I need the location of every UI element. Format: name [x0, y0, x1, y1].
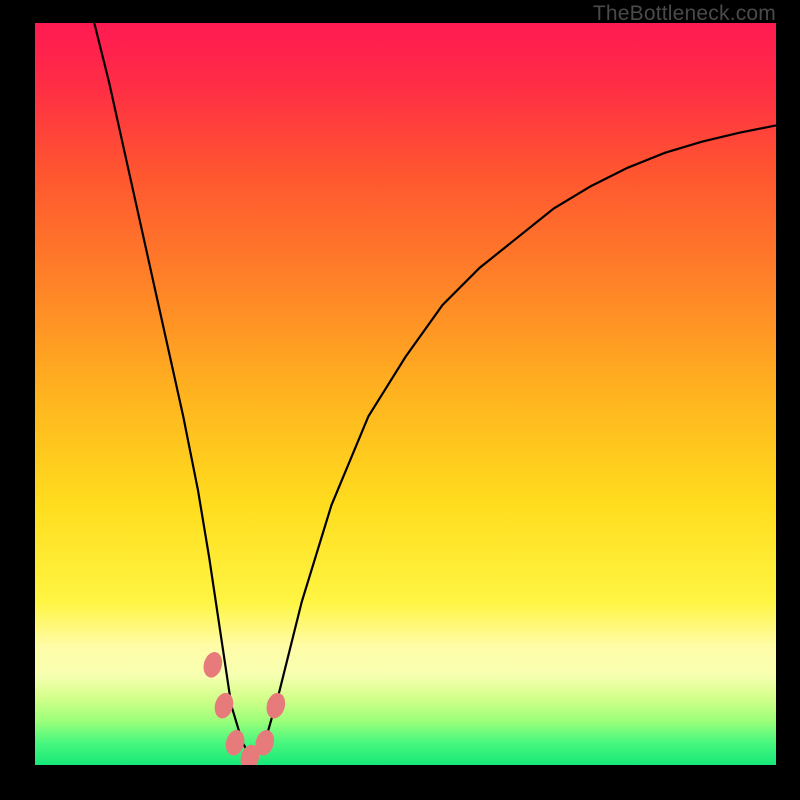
- plot-area: [35, 23, 776, 765]
- gradient-rect: [35, 23, 776, 765]
- outer-frame: TheBottleneck.com: [0, 0, 800, 800]
- watermark-text: TheBottleneck.com: [593, 2, 776, 26]
- chart-svg: [35, 23, 776, 765]
